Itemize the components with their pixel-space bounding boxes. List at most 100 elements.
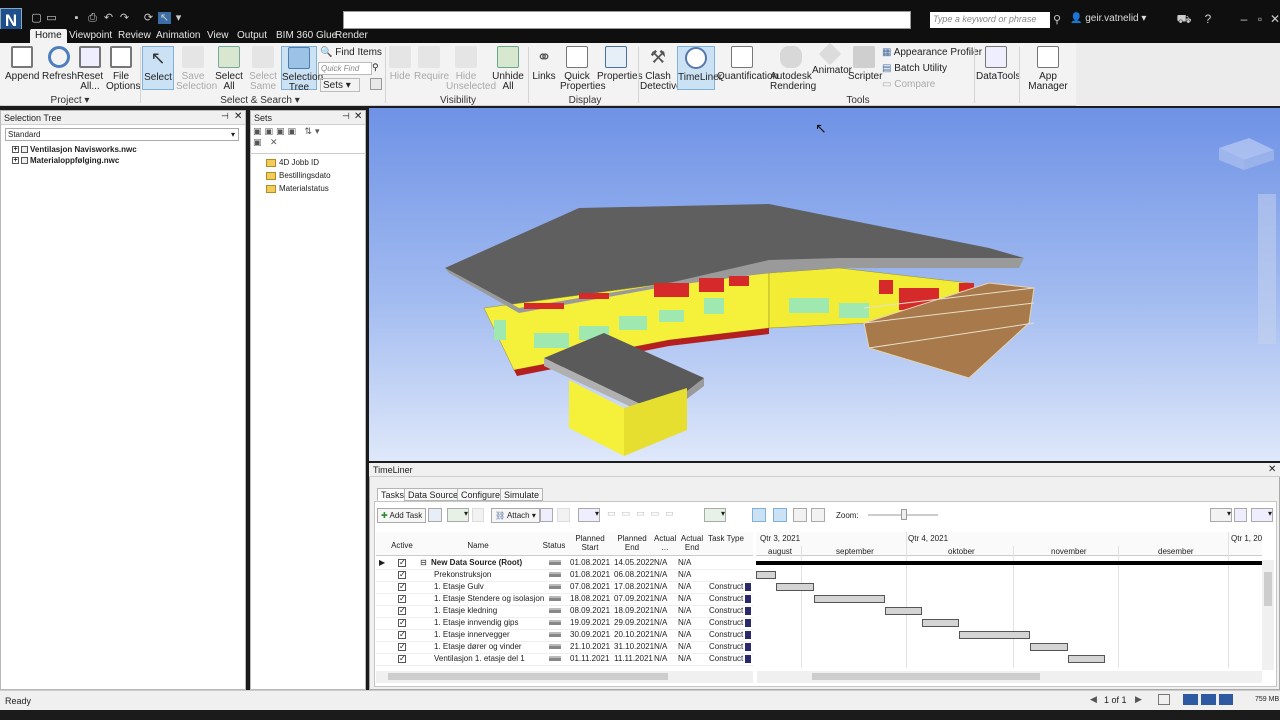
actual-end[interactable]: N/A: [678, 569, 691, 581]
gantt-bar[interactable]: [756, 571, 777, 579]
active-checkbox[interactable]: ✓: [398, 559, 406, 567]
actual-end[interactable]: N/A: [678, 581, 691, 593]
set-item[interactable]: Materialstatus: [257, 183, 329, 194]
view-gantt-icon[interactable]: [752, 508, 766, 522]
planned-start[interactable]: 19.09.2021: [570, 617, 610, 629]
batch-utility-button[interactable]: ▤ Batch Utility: [882, 62, 947, 76]
planned-start[interactable]: 07.08.2021: [570, 581, 610, 593]
active-checkbox[interactable]: ✓: [398, 643, 406, 651]
append-button[interactable]: Append: [5, 46, 39, 94]
actual-end[interactable]: N/A: [678, 641, 691, 653]
select-button[interactable]: ↖ Select: [142, 46, 174, 90]
gantt-bar[interactable]: [776, 583, 814, 591]
tab-review[interactable]: Review: [113, 29, 156, 43]
delete-task-icon[interactable]: [472, 508, 484, 522]
rules-icon[interactable]: [540, 508, 553, 522]
gantt-bar[interactable]: [921, 619, 960, 627]
planned-end[interactable]: 11.11.2021: [614, 653, 653, 665]
select-same-button[interactable]: Select Same: [248, 46, 278, 94]
col-status[interactable]: Status: [540, 541, 568, 550]
view-actual-icon[interactable]: [793, 508, 807, 522]
scrollbar-thumb[interactable]: [388, 673, 668, 680]
maximize-icon[interactable]: ▫: [1252, 12, 1268, 26]
auto-add-tasks-icon[interactable]: [428, 508, 442, 522]
task-type[interactable]: Construct: [709, 581, 743, 593]
tab-view[interactable]: View: [202, 29, 234, 43]
close-icon[interactable]: ✕: [1267, 12, 1280, 26]
gantt-bar[interactable]: [959, 631, 1031, 639]
tree-mode-select[interactable]: Standard ▾: [5, 128, 239, 141]
autodesk-rendering-button[interactable]: Autodesk Rendering: [770, 46, 816, 94]
cart-icon[interactable]: ⛟: [1176, 12, 1192, 26]
planned-start[interactable]: 01.08.2021: [570, 569, 610, 581]
collapse-icon[interactable]: ⊟: [420, 558, 427, 567]
filter-dropdown[interactable]: ▾: [1210, 508, 1232, 522]
active-checkbox[interactable]: ✓: [398, 631, 406, 639]
tab-render[interactable]: Render: [330, 29, 373, 43]
file-options-button[interactable]: File Options: [106, 46, 140, 94]
active-checkbox[interactable]: ✓: [398, 583, 406, 591]
col-active[interactable]: Active: [388, 541, 416, 550]
planned-start[interactable]: 18.08.2021: [570, 593, 610, 605]
new-icon[interactable]: ▢: [30, 12, 43, 24]
actual-end[interactable]: N/A: [678, 605, 691, 617]
actual-start[interactable]: N/A: [654, 557, 667, 569]
3d-viewport[interactable]: [369, 108, 1280, 461]
actual-start[interactable]: N/A: [654, 569, 667, 581]
set-item[interactable]: Bestillingsdato: [257, 170, 331, 181]
undo-icon[interactable]: ↶: [102, 12, 115, 24]
tab-simulate[interactable]: Simulate: [500, 488, 544, 501]
unhide-all-button[interactable]: Unhide All: [492, 46, 524, 94]
task-name[interactable]: Prekonstruksjon: [434, 569, 491, 581]
planned-end[interactable]: 20.10.2021: [614, 629, 654, 641]
actual-end[interactable]: N/A: [678, 557, 691, 569]
actual-start[interactable]: N/A: [654, 641, 667, 653]
animator-button[interactable]: Animator: [812, 42, 852, 94]
task-name[interactable]: 1. Etasje innvendig gips: [434, 617, 519, 629]
manage-sets-icon[interactable]: [370, 78, 382, 90]
filter-icon[interactable]: [557, 508, 570, 522]
tab-animation[interactable]: Animation: [151, 29, 205, 43]
viewcube-icon[interactable]: [1219, 138, 1274, 170]
insert-task-dropdown[interactable]: ▾: [447, 508, 469, 522]
open-icon[interactable]: ▭: [45, 12, 58, 24]
select-cursor-icon[interactable]: ↖: [158, 12, 171, 24]
set-item[interactable]: 4D Jobb ID: [257, 157, 319, 168]
hide-unselected-button[interactable]: Hide Unselected: [446, 46, 496, 94]
col-actual-start[interactable]: Actual ...: [654, 534, 676, 552]
timeliner-button[interactable]: TimeLiner: [677, 46, 722, 90]
add-task-button[interactable]: ✚ Add Task: [377, 508, 427, 523]
compare-button[interactable]: ▭ Compare: [882, 78, 935, 92]
next-page-icon[interactable]: ▶: [1135, 694, 1142, 705]
expand-icon[interactable]: +: [12, 146, 19, 154]
active-checkbox[interactable]: ✓: [398, 571, 406, 579]
col-actual-end[interactable]: Actual End: [678, 534, 706, 552]
gantt-bar[interactable]: [813, 595, 885, 603]
quick-find-search-icon[interactable]: ⚲: [372, 62, 379, 73]
task-name[interactable]: 1. Etasje Gulv: [434, 581, 484, 593]
task-type[interactable]: Construct: [709, 605, 743, 617]
title-field[interactable]: [343, 11, 911, 29]
minimize-icon[interactable]: –: [1236, 12, 1252, 26]
active-checkbox[interactable]: ✓: [398, 595, 406, 603]
attach-button[interactable]: ⛓ Attach ▾: [491, 508, 540, 523]
tab-configure[interactable]: Configure: [457, 488, 505, 501]
scrollbar-thumb[interactable]: [1264, 572, 1272, 606]
tree-item[interactable]: + Materialoppfølging.nwc: [12, 155, 119, 166]
tab-viewpoint[interactable]: Viewpoint: [64, 29, 117, 43]
refresh-button[interactable]: Refresh: [42, 46, 77, 94]
actual-end[interactable]: N/A: [678, 629, 691, 641]
planned-end[interactable]: 06.08.2021: [614, 569, 654, 581]
active-checkbox[interactable]: ✓: [398, 607, 406, 615]
actual-end[interactable]: N/A: [678, 653, 691, 665]
quick-properties-button[interactable]: Quick Properties: [560, 46, 606, 94]
app-manager-button[interactable]: App Manager: [1021, 46, 1075, 94]
save-selection-button[interactable]: Save Selection: [176, 46, 217, 94]
scrollbar-thumb[interactable]: [812, 673, 1040, 680]
root-summary-bar[interactable]: [756, 561, 1262, 565]
export-dropdown[interactable]: ▾: [1251, 508, 1273, 522]
import-icon[interactable]: [1234, 508, 1247, 522]
prev-page-icon[interactable]: ◀: [1090, 694, 1097, 705]
expand-icon[interactable]: +: [12, 157, 19, 165]
group-select-search[interactable]: Select & Search ▾: [200, 95, 320, 106]
